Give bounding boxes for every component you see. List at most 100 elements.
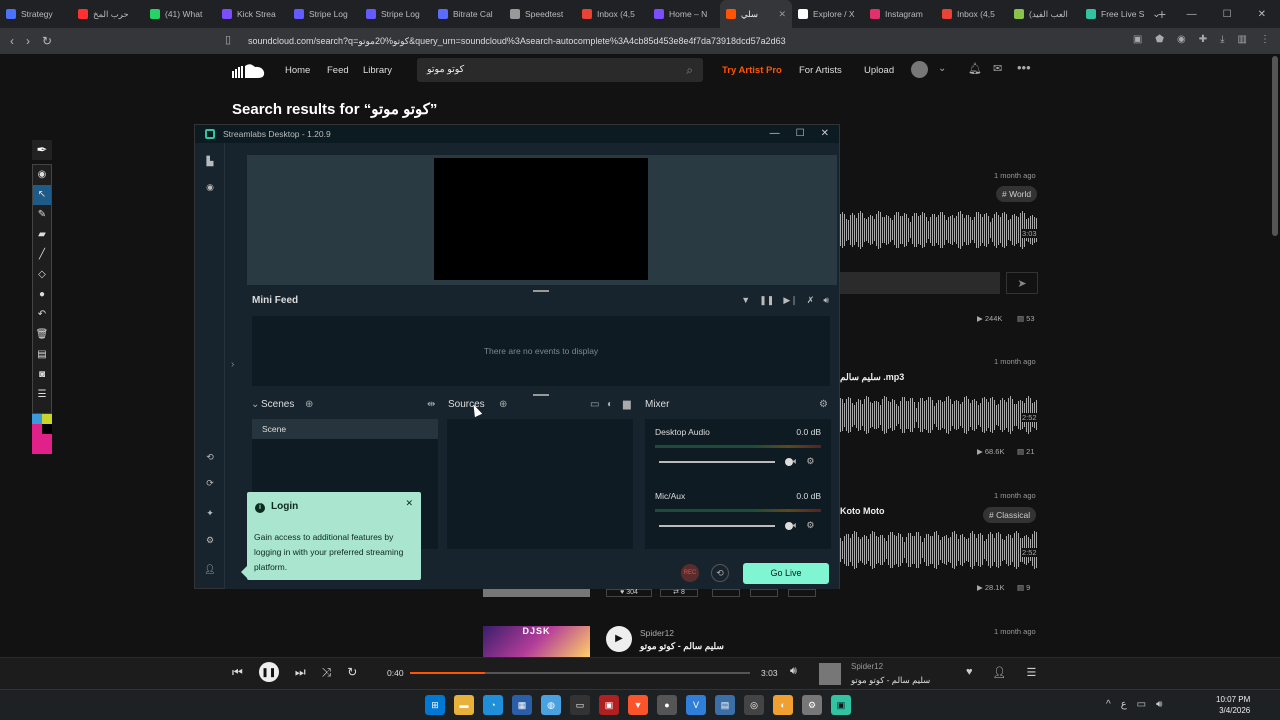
- browser-tab[interactable]: Bitrate Cal: [432, 0, 504, 28]
- more-icon[interactable]: •••: [1017, 60, 1031, 75]
- back-icon[interactable]: ‹: [10, 34, 14, 48]
- next-icon[interactable]: ⏭: [295, 665, 306, 682]
- download-icon[interactable]: ⤓: [1220, 34, 1224, 45]
- soundcloud-logo[interactable]: [232, 62, 266, 78]
- store-icon[interactable]: ▦: [512, 695, 532, 715]
- mixer-settings-icon[interactable]: ⚙: [819, 399, 828, 410]
- browser-tab[interactable]: Stripe Log: [288, 0, 360, 28]
- like-button[interactable]: ♥ 304: [606, 589, 652, 597]
- chevron-up-icon[interactable]: ^: [1106, 699, 1111, 710]
- whiteboard-icon[interactable]: ▤: [33, 345, 51, 365]
- nav-home[interactable]: Home: [285, 65, 310, 76]
- try-artist-pro-link[interactable]: Try Artist Pro: [722, 65, 782, 76]
- close-icon[interactable]: ✕: [821, 125, 829, 143]
- settings-icon[interactable]: ⚙: [204, 534, 216, 546]
- gear-icon[interactable]: ⚙: [806, 520, 814, 531]
- maximize-icon[interactable]: ☐: [1223, 9, 1232, 20]
- trash-icon[interactable]: 🗑︎: [33, 325, 51, 345]
- collapse-icon[interactable]: ⌄: [251, 399, 259, 410]
- eye-icon[interactable]: ◉: [33, 165, 51, 185]
- app-icon[interactable]: ▤: [715, 695, 735, 715]
- pause-icon[interactable]: ❚❚: [258, 662, 279, 682]
- speaker-icon[interactable]: 🔈︎: [793, 520, 798, 531]
- upload-link[interactable]: Upload: [864, 65, 894, 76]
- app-icon[interactable]: ◍: [541, 695, 561, 715]
- comment-input[interactable]: [838, 272, 1000, 294]
- nav-feed[interactable]: Feed: [327, 65, 349, 76]
- browser-tab[interactable]: (41) What: [144, 0, 216, 28]
- minimize-icon[interactable]: —: [770, 125, 780, 143]
- resize-handle[interactable]: [533, 290, 549, 292]
- browser-tab[interactable]: Inbox (4,5: [576, 0, 648, 28]
- undo-icon[interactable]: ↶: [33, 305, 51, 325]
- go-live-button[interactable]: Go Live: [743, 563, 829, 584]
- tab-search-icon[interactable]: ⌄: [1152, 9, 1160, 20]
- bell-icon[interactable]: 🔔︎: [968, 62, 982, 75]
- browser-tab[interactable]: Strategy: [0, 0, 72, 28]
- source-group-icon[interactable]: ◐: [607, 399, 613, 410]
- browser-tab[interactable]: Kick Strea: [216, 0, 288, 28]
- volume-slider[interactable]: [659, 458, 793, 466]
- track-thumbnail[interactable]: [819, 663, 841, 685]
- reload-icon[interactable]: ↻: [42, 34, 52, 48]
- puzzle-icon[interactable]: ✚: [1199, 34, 1207, 45]
- vs-icon[interactable]: V: [686, 695, 706, 715]
- shuffle-icon[interactable]: ⤨: [322, 665, 332, 682]
- player-title[interactable]: سليم سالم - كوتو موتو: [851, 675, 930, 686]
- browser-tab[interactable]: سلي ✕: [720, 0, 792, 28]
- integrations-icon[interactable]: ⟲: [204, 451, 216, 463]
- dot-icon[interactable]: ●: [33, 285, 51, 305]
- eraser-icon[interactable]: ◇: [33, 265, 51, 285]
- track-title[interactable]: سليم سالم - كوتو موتو: [640, 641, 724, 652]
- close-window-icon[interactable]: ✕: [1258, 9, 1266, 20]
- color-palette[interactable]: [32, 414, 52, 454]
- add-source-icon[interactable]: ⊕: [499, 399, 507, 410]
- notes-icon[interactable]: ☰: [33, 385, 51, 405]
- language-indicator[interactable]: ع: [1121, 699, 1127, 710]
- pen-off-icon[interactable]: ✎: [33, 205, 51, 225]
- login-tooltip[interactable]: i Login ✕ Gain access to additional featu…: [247, 492, 421, 580]
- url-text[interactable]: soundcloud.com/search?q=كوتو%20موتو&quer…: [248, 33, 968, 49]
- slider-knob[interactable]: [785, 522, 793, 530]
- highlighter-icon[interactable]: ▰: [33, 225, 51, 245]
- clock[interactable]: 10:07 PM 3/4/2026: [1216, 694, 1250, 716]
- brave-icon[interactable]: ▼: [628, 695, 648, 715]
- queue-icon[interactable]: ☰: [1027, 666, 1037, 679]
- menu-icon[interactable]: ⋮: [1260, 34, 1270, 45]
- skip-icon[interactable]: ▶❘: [783, 295, 797, 306]
- forward-icon[interactable]: ›: [26, 34, 30, 48]
- volume-icon[interactable]: 🔊︎: [823, 295, 829, 306]
- edge-icon[interactable]: ◔: [483, 695, 503, 715]
- source-display-icon[interactable]: ▭: [590, 399, 599, 410]
- waveform[interactable]: [838, 530, 1038, 570]
- search-icon[interactable]: ⌕: [686, 58, 693, 82]
- avatar[interactable]: [911, 61, 928, 78]
- line-icon[interactable]: ╱: [33, 245, 51, 265]
- genre-tag[interactable]: # Classical: [983, 507, 1037, 523]
- pause-icon[interactable]: ❚❚: [759, 295, 774, 306]
- record-button[interactable]: REC: [681, 564, 699, 582]
- more-options-button[interactable]: [788, 589, 816, 597]
- browser-tab[interactable]: حرب المخ: [72, 0, 144, 28]
- player-artist[interactable]: Spider12: [851, 662, 883, 671]
- file-explorer-icon[interactable]: ▬: [454, 695, 474, 715]
- browser-tab[interactable]: Inbox (4,5: [936, 0, 1008, 28]
- browser-tab[interactable]: Stripe Log: [360, 0, 432, 28]
- plugins-icon[interactable]: ⟳: [204, 477, 216, 489]
- play-button[interactable]: ▶: [606, 626, 632, 652]
- track-artist[interactable]: Spider12: [640, 628, 674, 638]
- mail-icon[interactable]: ✉: [993, 62, 1002, 75]
- mute-alerts-icon[interactable]: ✗: [807, 295, 815, 306]
- camera-icon[interactable]: ◙: [33, 365, 51, 385]
- extensions-icon[interactable]: ▣: [1133, 34, 1142, 45]
- track-art[interactable]: DJSK: [483, 626, 590, 657]
- scene-transitions-icon[interactable]: ⇹: [427, 399, 435, 410]
- minimize-icon[interactable]: —: [1187, 9, 1197, 20]
- chevron-right-icon[interactable]: ›: [231, 359, 234, 370]
- copy-link-button[interactable]: [750, 589, 778, 597]
- network-icon[interactable]: ▭: [1137, 699, 1146, 710]
- chevron-down-icon[interactable]: ⌄: [938, 63, 946, 74]
- filter-icon[interactable]: ▼: [741, 295, 750, 306]
- magic-icon[interactable]: ✦: [204, 507, 216, 519]
- browser-tab[interactable]: Explore / X: [792, 0, 864, 28]
